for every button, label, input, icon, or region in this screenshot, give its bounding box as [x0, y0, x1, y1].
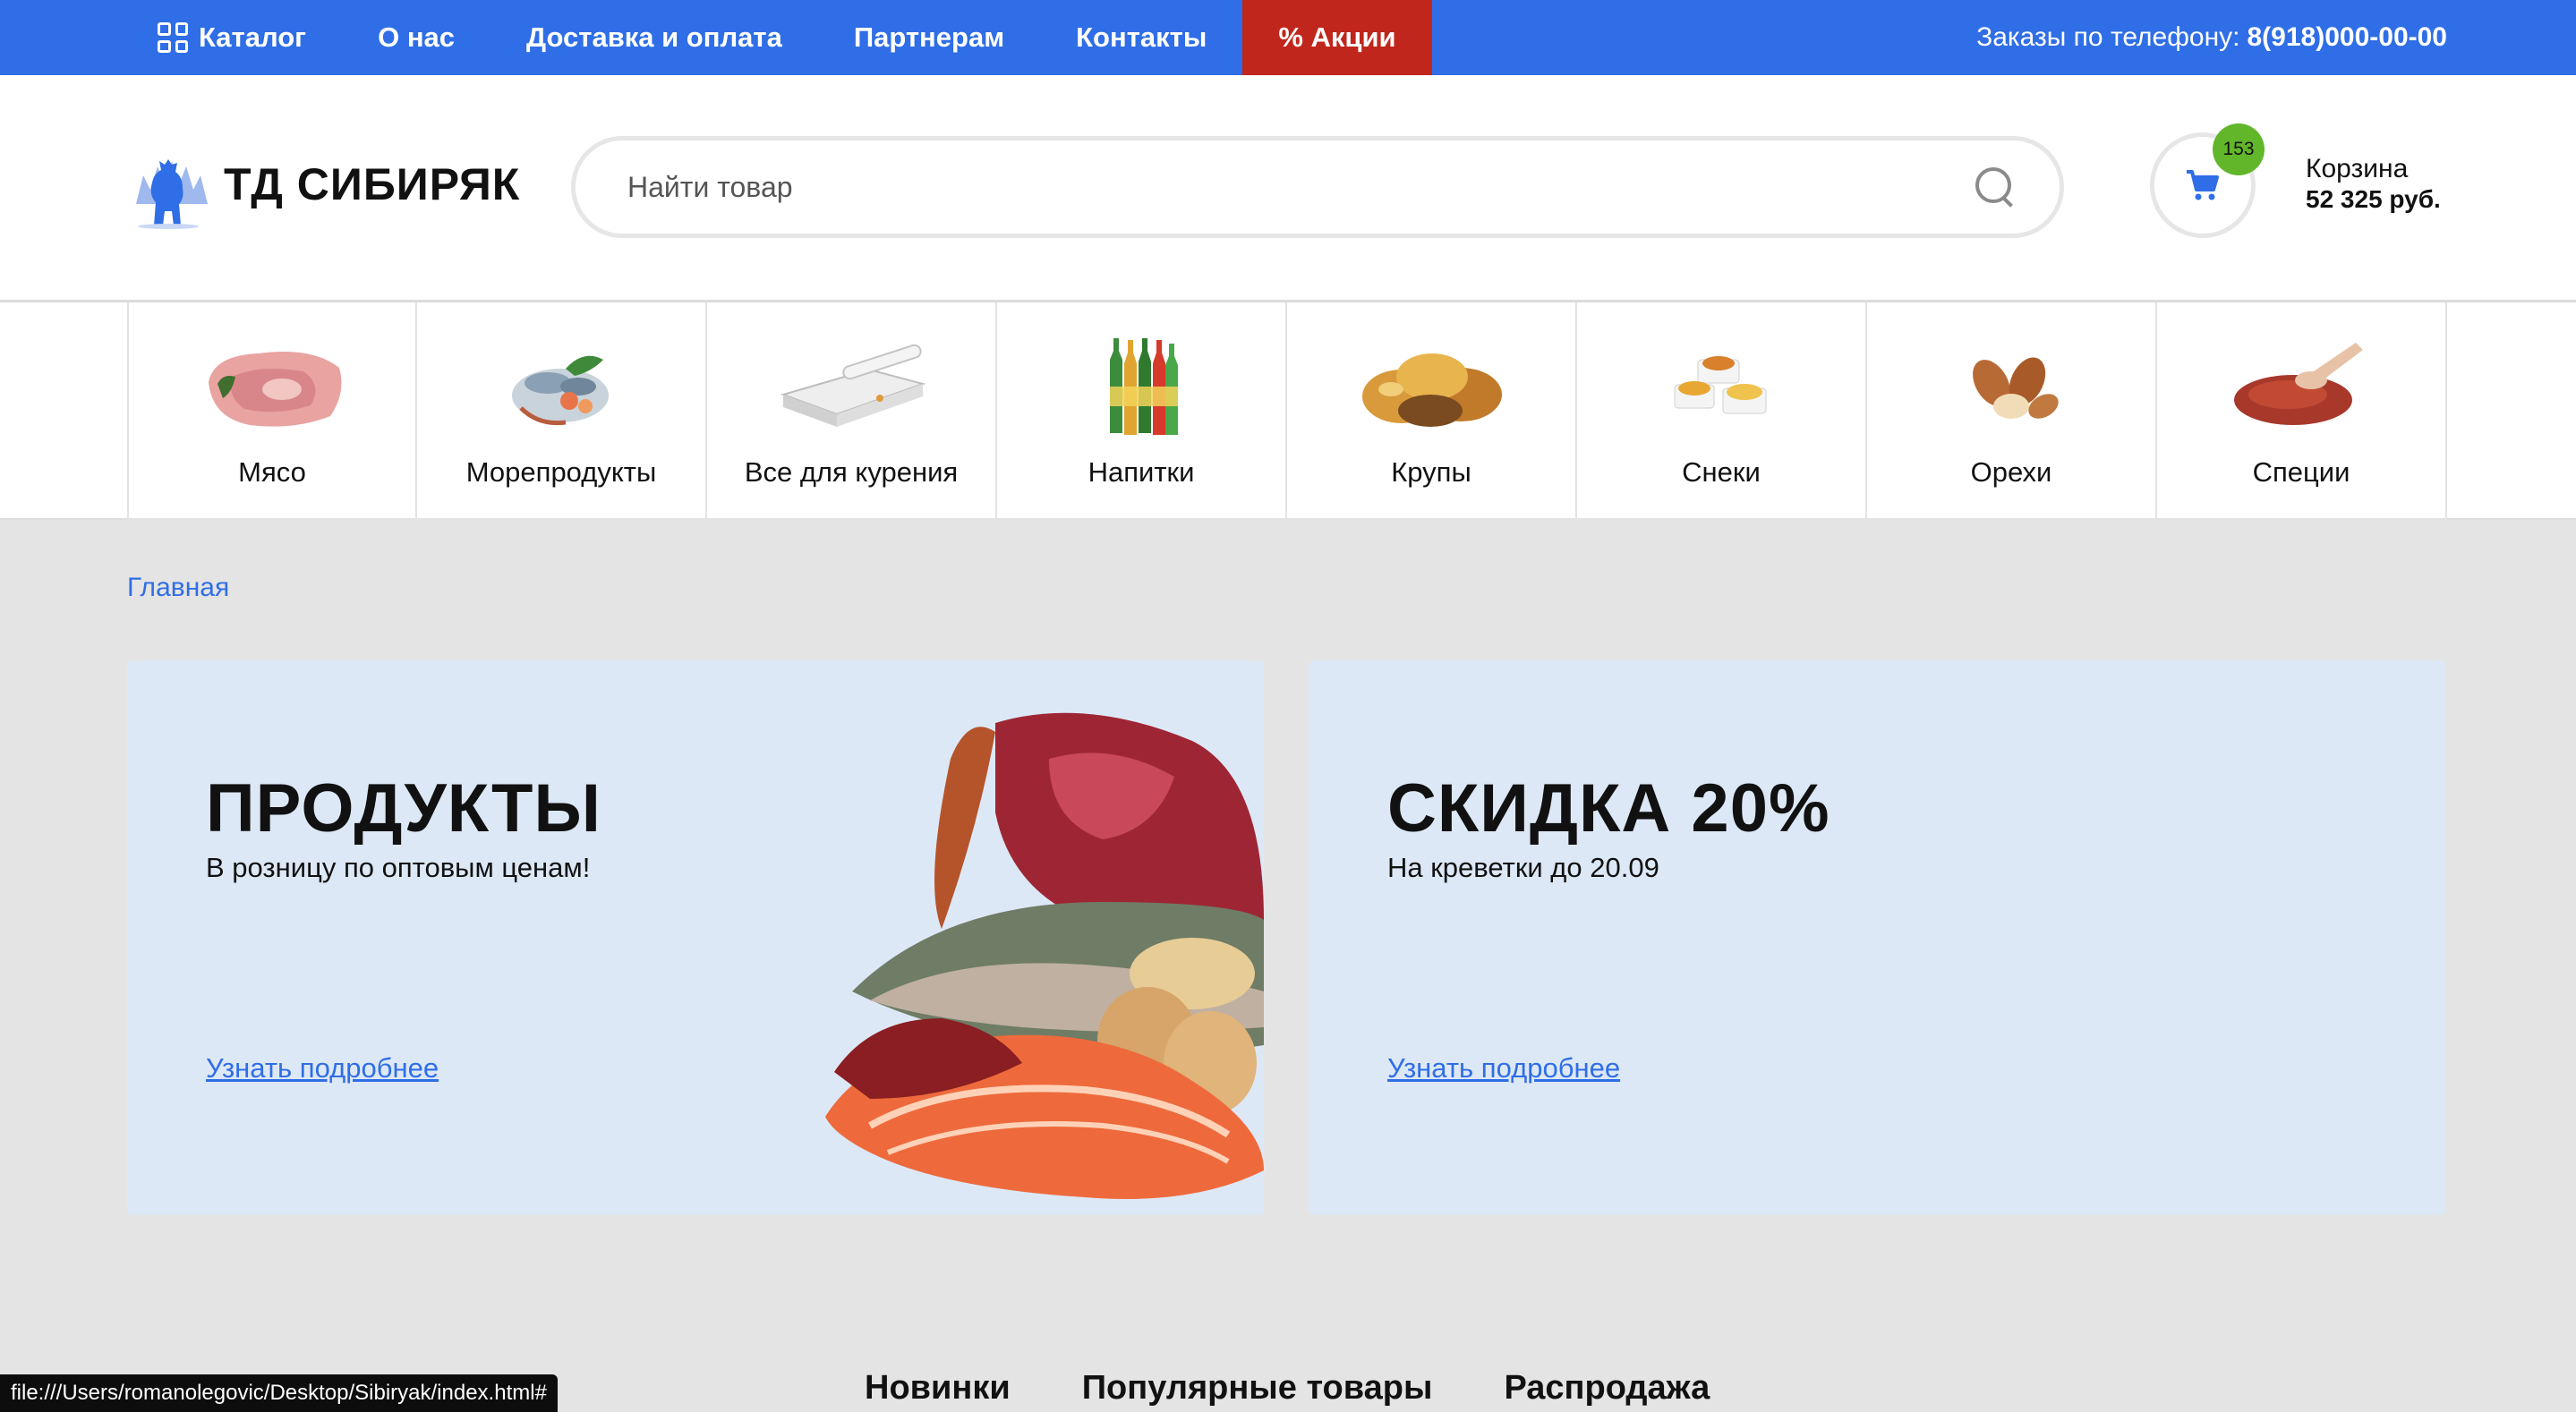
category-label: Крупы: [1391, 456, 1471, 488]
category-meat[interactable]: Мясо: [127, 302, 417, 520]
category-label: Снеки: [1682, 456, 1761, 488]
cart-summary[interactable]: Корзина 52 325 руб.: [2306, 154, 2441, 215]
phone-label: Заказы по телефону:: [1976, 22, 2240, 52]
tab-sale[interactable]: Распродажа: [1504, 1369, 1710, 1408]
grid-icon: [158, 22, 188, 53]
banner-title: ПРОДУКТЫ: [206, 770, 601, 846]
category-label: Напитки: [1088, 456, 1195, 488]
cart-label: Корзина: [2306, 154, 2409, 183]
seafood-icon: [512, 355, 609, 426]
nav-delivery[interactable]: Доставка и оплата: [490, 0, 818, 75]
grains-icon: [1362, 353, 1502, 427]
snacks-icon: [1674, 356, 1767, 414]
banner-subtitle: На креветки до 20.09: [1387, 852, 1659, 883]
cart-count-badge: 153: [2213, 123, 2265, 175]
nav-partners[interactable]: Партнерам: [818, 0, 1040, 75]
nav-promotions[interactable]: % Акции: [1242, 0, 1432, 75]
search-bar: [571, 136, 2064, 238]
nav-catalog-label: Каталог: [199, 21, 307, 53]
category-row: Мясо Морепродукты Все для курения Напитк…: [127, 302, 2447, 520]
bear-logo-icon: [136, 159, 208, 229]
product-tabs: Новинки Популярные товары Распродажа: [865, 1369, 1710, 1408]
category-grains[interactable]: Крупы: [1287, 302, 1577, 520]
logo[interactable]: ТД СИБИРЯК: [127, 140, 520, 229]
logo-text: ТД СИБИРЯК: [224, 159, 521, 209]
phone-block: Заказы по телефону: 8(918)000-00-00: [1976, 0, 2447, 75]
phone-number[interactable]: 8(918)000-00-00: [2248, 22, 2448, 53]
smoking-icon: [780, 344, 926, 427]
nav-catalog[interactable]: Каталог: [158, 0, 342, 75]
category-drinks[interactable]: Напитки: [997, 302, 1287, 520]
category-snacks[interactable]: Снеки: [1577, 302, 1867, 520]
nav-contacts[interactable]: Контакты: [1040, 0, 1242, 75]
category-label: Мясо: [238, 456, 306, 488]
banner-discount[interactable]: СКИДКА 20% На креветки до 20.09 Узнать п…: [1309, 660, 2445, 1215]
category-label: Специи: [2252, 456, 2350, 488]
banner-products[interactable]: ПРОДУКТЫ В розницу по оптовым ценам! Узн…: [127, 660, 1264, 1215]
top-nav: Каталог О нас Доставка и оплата Партнера…: [158, 0, 1432, 75]
cart-total: 52 325 руб.: [2306, 185, 2441, 213]
tab-popular[interactable]: Популярные товары: [1082, 1369, 1433, 1408]
header: ТД СИБИРЯК 153 Корзина 52 325 руб.: [0, 75, 2576, 302]
meat-icon: [209, 352, 342, 427]
spices-icon: [2234, 343, 2363, 425]
category-seafood[interactable]: Морепродукты: [417, 302, 707, 520]
browser-status-url: file:///Users/romanolegovic/Desktop/Sibi…: [0, 1374, 558, 1412]
category-smoking[interactable]: Все для курения: [707, 302, 997, 520]
category-spices[interactable]: Специи: [2157, 302, 2447, 520]
banner-more-link[interactable]: Узнать подробнее: [1387, 1052, 1620, 1085]
nuts-icon: [1973, 357, 2059, 419]
banner-title: СКИДКА 20%: [1387, 770, 1830, 846]
drinks-icon: [1110, 338, 1178, 435]
category-label: Морепродукты: [465, 456, 657, 488]
category-label: Орехи: [1970, 456, 2052, 488]
top-navigation-bar: Каталог О нас Доставка и оплата Партнера…: [0, 0, 2576, 75]
search-input[interactable]: [627, 170, 1975, 204]
tab-new[interactable]: Новинки: [865, 1369, 1011, 1408]
cart-icon: [2187, 170, 2219, 200]
category-label: Все для курения: [744, 456, 959, 488]
nav-about[interactable]: О нас: [342, 0, 490, 75]
banner-subtitle: В розницу по оптовым ценам!: [206, 852, 591, 883]
breadcrumb-home[interactable]: Главная: [127, 573, 229, 603]
category-nuts[interactable]: Орехи: [1867, 302, 2157, 520]
banner-more-link[interactable]: Узнать подробнее: [206, 1052, 439, 1085]
category-strip: Мясо Морепродукты Все для курения Напитк…: [0, 302, 2576, 520]
search-icon[interactable]: [1975, 167, 2015, 207]
food-assortment-image: [825, 712, 1264, 1199]
